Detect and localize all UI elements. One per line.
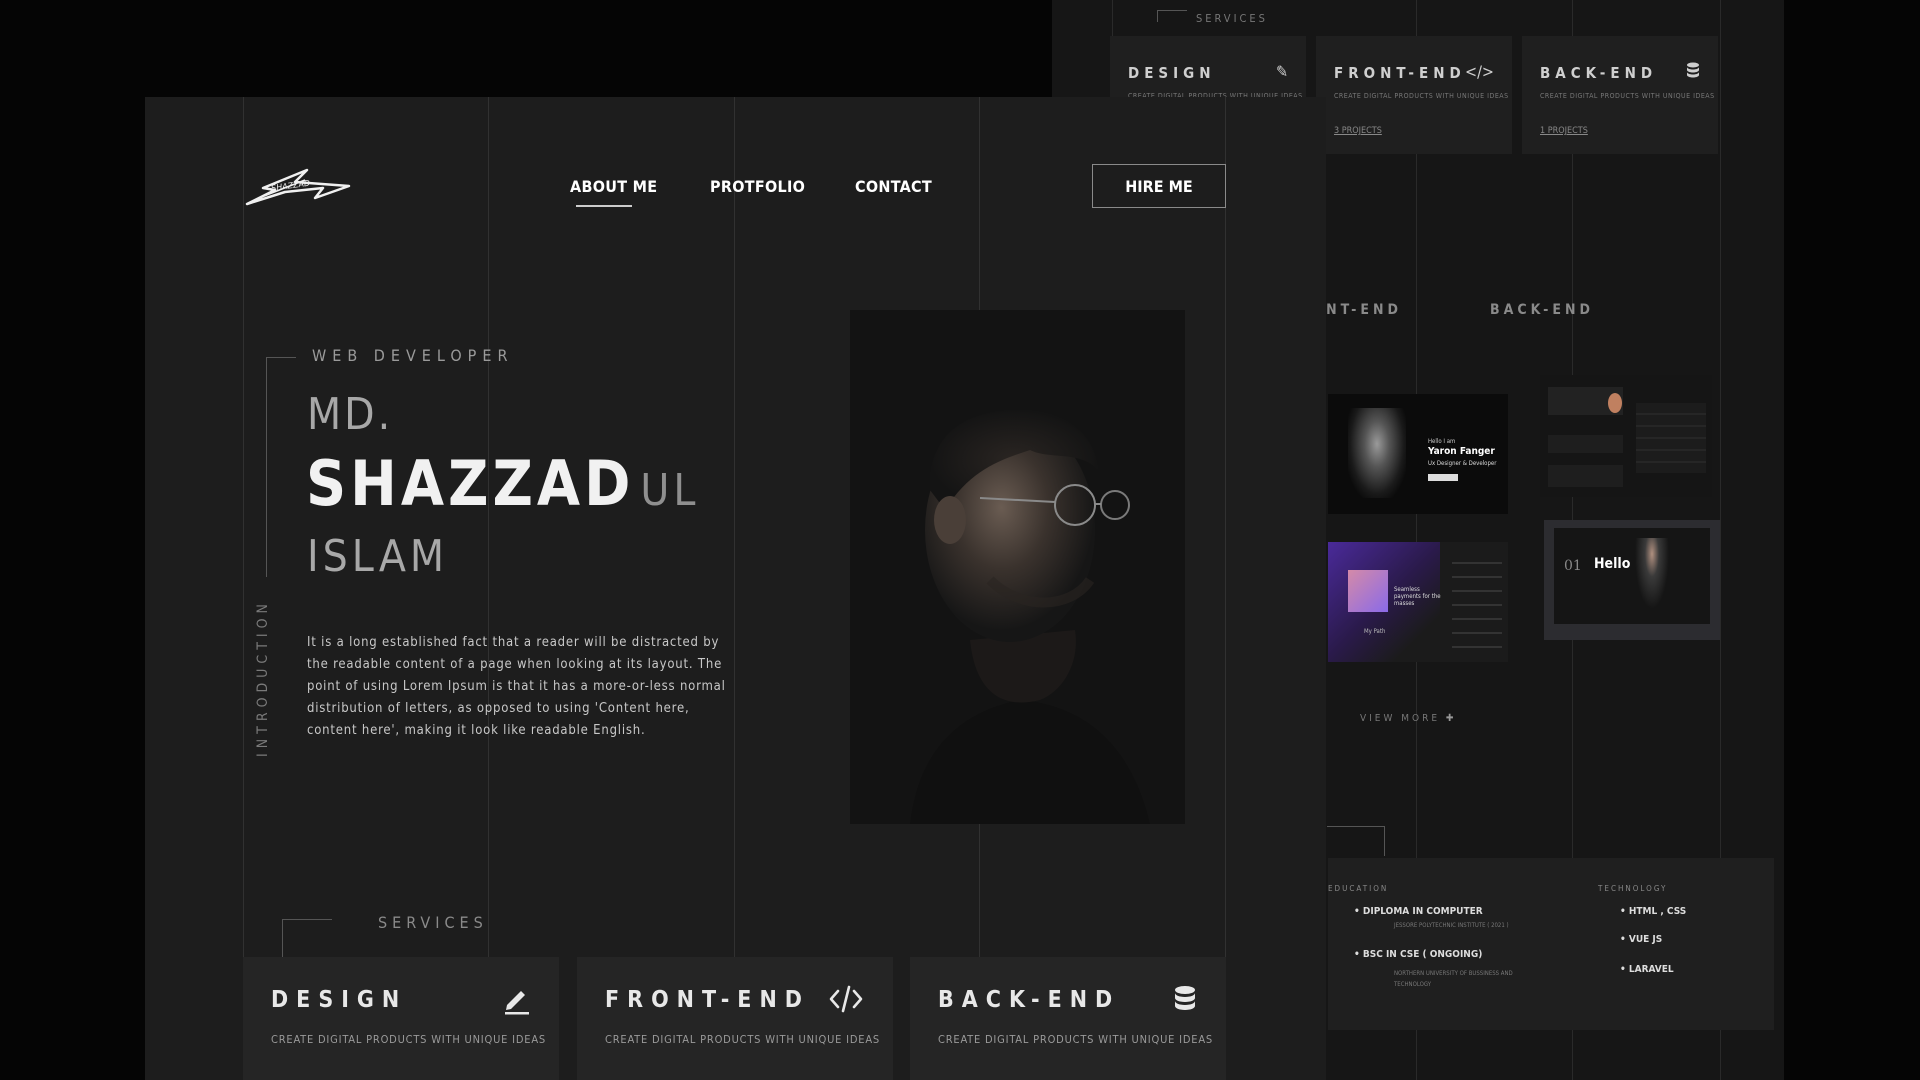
logo[interactable]: SHAZZAD (245, 162, 355, 212)
bg-tab-backend[interactable]: BACK-END (1490, 302, 1594, 318)
thumb-figure (1608, 393, 1622, 413)
active-nav-underline (576, 205, 632, 207)
service-title: BACK-END (938, 987, 1121, 1013)
portrait-image (850, 310, 1185, 824)
nav-about-me[interactable]: ABOUT ME (570, 177, 657, 196)
bg-card-subtitle: CREATE DIGITAL PRODUCTS WITH UNIQUE IDEA… (1540, 92, 1715, 100)
education-school: NORTHERN UNIVERSITY OF BUSSINESS AND TEC… (1394, 970, 1513, 988)
thumb-block (1548, 435, 1623, 453)
nav-contact[interactable]: CONTACT (855, 177, 932, 196)
portfolio-thumbnail[interactable] (1540, 375, 1712, 497)
intro-bracket (266, 357, 296, 577)
bg-tab-frontend[interactable]: FRONT-END (1322, 302, 1402, 318)
technology-item: • LARAVEL (1620, 964, 1674, 975)
code-icon (829, 985, 863, 1017)
service-card-frontend[interactable]: FRONT-END CREATE DIGITAL PRODUCTS WITH U… (577, 957, 893, 1080)
service-card-backend[interactable]: BACK-END CREATE DIGITAL PRODUCTS WITH UN… (910, 957, 1226, 1080)
grid-line (243, 97, 244, 1080)
pencil-icon: ✎ (1275, 62, 1288, 81)
name-last: ISLAM (307, 531, 449, 582)
thumb-text: My Path (1364, 628, 1386, 635)
bg-service-card-backend: BACK-END CREATE DIGITAL PRODUCTS WITH UN… (1522, 36, 1718, 154)
portrait-image (1348, 408, 1406, 498)
service-subtitle: CREATE DIGITAL PRODUCTS WITH UNIQUE IDEA… (605, 1033, 880, 1046)
bg-card-projects-link[interactable]: 1 PROJECTS (1540, 126, 1588, 136)
view-more-label: VIEW MORE (1360, 713, 1441, 724)
technology-item: • VUE JS (1620, 934, 1663, 945)
logo-icon: SHAZZAD (245, 168, 351, 206)
bg-service-card-frontend: FRONT-END CREATE DIGITAL PRODUCTS WITH U… (1316, 36, 1512, 154)
phone-image (1348, 570, 1388, 612)
thumb-button (1428, 474, 1458, 481)
name-first: MD. (307, 389, 394, 440)
database-icon (1686, 62, 1700, 82)
grid-line (1225, 97, 1226, 1080)
education-item: • BSC IN CSE ( ONGOING) (1354, 949, 1483, 960)
pencil-icon (503, 985, 529, 1019)
name-suffix: UL (640, 465, 700, 516)
bg-card-title: FRONT-END (1334, 64, 1466, 82)
portfolio-thumbnail[interactable]: 01 Hello (1544, 520, 1720, 640)
nav-portfolio[interactable]: PROTFOLIO (710, 177, 805, 196)
thumb-text: Ux Designer & Developer (1428, 460, 1497, 467)
thumb-list (1452, 550, 1502, 650)
grid-line (488, 97, 489, 1080)
hire-me-button[interactable]: HIRE ME (1092, 164, 1226, 208)
education-label: EDUCATION (1328, 884, 1389, 893)
introduction-label: INTRODUCTION (255, 599, 271, 757)
role-title: WEB DEVELOPER (312, 346, 514, 365)
bg-card-projects-link[interactable]: 3 PROJECTS (1334, 126, 1382, 136)
technology-label: TECHNOLOGY (1598, 884, 1668, 893)
name-bold: SHAZZAD (306, 447, 635, 520)
grid-line (734, 97, 735, 1080)
thumb-text: Hello (1594, 556, 1631, 572)
main-page: SHAZZAD ABOUT ME PROTFOLIO CONTACT HIRE … (145, 97, 1326, 1080)
thumb-block (1548, 465, 1623, 487)
portrait-image (1632, 538, 1672, 618)
services-bracket (282, 919, 332, 959)
technology-item: • HTML , CSS (1620, 906, 1687, 917)
service-subtitle: CREATE DIGITAL PRODUCTS WITH UNIQUE IDEA… (938, 1033, 1213, 1046)
services-label: SERVICES (378, 913, 488, 932)
service-card-design[interactable]: DESIGN CREATE DIGITAL PRODUCTS WITH UNIQ… (243, 957, 559, 1080)
thumb-text: Yaron Fanger (1428, 446, 1495, 457)
view-more-link[interactable]: VIEW MORE ✚ (1360, 713, 1456, 724)
bg-card-title: DESIGN (1128, 64, 1216, 82)
code-icon: </> (1465, 62, 1494, 81)
education-panel: EDUCATION TECHNOLOGY • DIPLOMA IN COMPUT… (1328, 858, 1774, 1030)
service-title: FRONT-END (605, 987, 810, 1013)
bg-card-title: BACK-END (1540, 64, 1658, 82)
thumb-text: Seamless payments for the masses (1394, 586, 1441, 607)
education-school: JESSORE POLYTECHNIC INSTITUTE ( 2021 ) (1394, 922, 1509, 929)
portfolio-thumbnail[interactable]: Hello I am Yaron Fanger Ux Designer & De… (1328, 394, 1508, 514)
section-bracket (1157, 10, 1187, 22)
thumb-grid (1636, 403, 1706, 473)
education-item: • DIPLOMA IN COMPUTER (1354, 906, 1483, 917)
service-title: DESIGN (271, 987, 408, 1013)
thumb-screen: 01 Hello (1554, 528, 1710, 624)
portfolio-thumbnail[interactable]: Seamless payments for the masses My Path (1328, 542, 1508, 662)
database-icon (1174, 985, 1196, 1017)
thumb-text: Hello I am (1428, 438, 1456, 445)
name-main: SHAZZAD UL (306, 447, 699, 520)
bg-services-label: SERVICES (1196, 12, 1268, 25)
service-subtitle: CREATE DIGITAL PRODUCTS WITH UNIQUE IDEA… (271, 1033, 546, 1046)
section-bracket (1327, 826, 1385, 856)
profile-photo (850, 310, 1185, 824)
bio-paragraph: It is a long established fact that a rea… (307, 635, 726, 738)
plus-icon: ✚ (1445, 713, 1457, 724)
bg-card-subtitle: CREATE DIGITAL PRODUCTS WITH UNIQUE IDEA… (1334, 92, 1509, 100)
thumb-text: 01 (1564, 558, 1582, 574)
